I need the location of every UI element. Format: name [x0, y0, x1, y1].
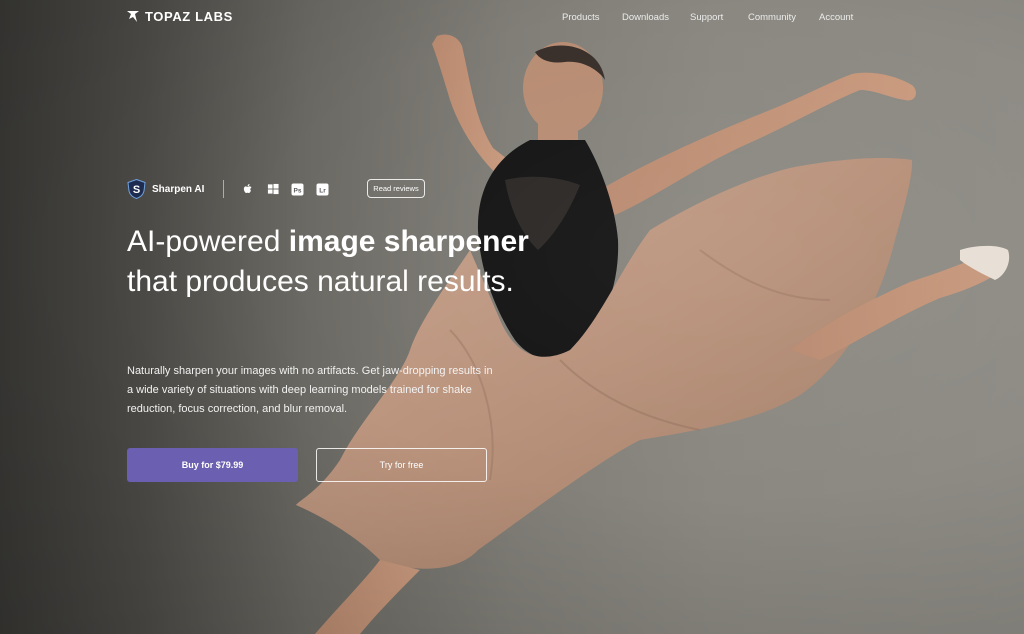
photoshop-abbr: Ps [294, 187, 302, 194]
product-name: Sharpen AI [152, 183, 205, 195]
hero-headline: AI-powered image sharpener that produces… [127, 222, 547, 302]
read-reviews-button[interactable]: Read reviews [367, 179, 425, 198]
hero-subhead: Naturally sharpen your images with no ar… [127, 365, 493, 415]
brand-name: TOPAZ LABS [145, 9, 233, 24]
headline-part2: that produces natural results. [127, 265, 514, 298]
headline-part1: AI-powered [127, 225, 289, 258]
lightroom-icon: Lr [316, 183, 329, 196]
photoshop-icon: Ps [291, 183, 304, 196]
topaz-labs-logo[interactable]: TOPAZ LABS [127, 9, 233, 24]
svg-text:S: S [133, 184, 140, 196]
lightroom-abbr: Lr [320, 187, 327, 194]
try-free-button[interactable]: Try for free [316, 448, 487, 482]
product-row: S Sharpen AI Ps Lr Read reviews [127, 178, 425, 200]
site-header: TOPAZ LABS Products Downloads Support Co… [0, 0, 1024, 36]
landing-page: TOPAZ LABS Products Downloads Support Co… [0, 0, 1024, 634]
nav-item-account[interactable]: Account [819, 12, 853, 23]
nav-item-products[interactable]: Products [562, 12, 600, 23]
product-divider [223, 180, 225, 198]
nav-item-community[interactable]: Community [748, 12, 796, 23]
sharpen-ai-shield-icon: S [127, 179, 146, 199]
windows-icon [266, 183, 279, 196]
nav-item-downloads[interactable]: Downloads [622, 12, 669, 23]
apple-icon [241, 183, 254, 196]
buy-button[interactable]: Buy for $79.99 [127, 448, 298, 482]
topaz-logo-icon [127, 11, 139, 22]
nav-item-support[interactable]: Support [690, 12, 723, 23]
platform-icons: Ps Lr [241, 183, 329, 196]
product-badge: S Sharpen AI [127, 179, 204, 199]
headline-bold: image sharpener [288, 225, 529, 258]
hero-dancer-image [296, 34, 1010, 634]
